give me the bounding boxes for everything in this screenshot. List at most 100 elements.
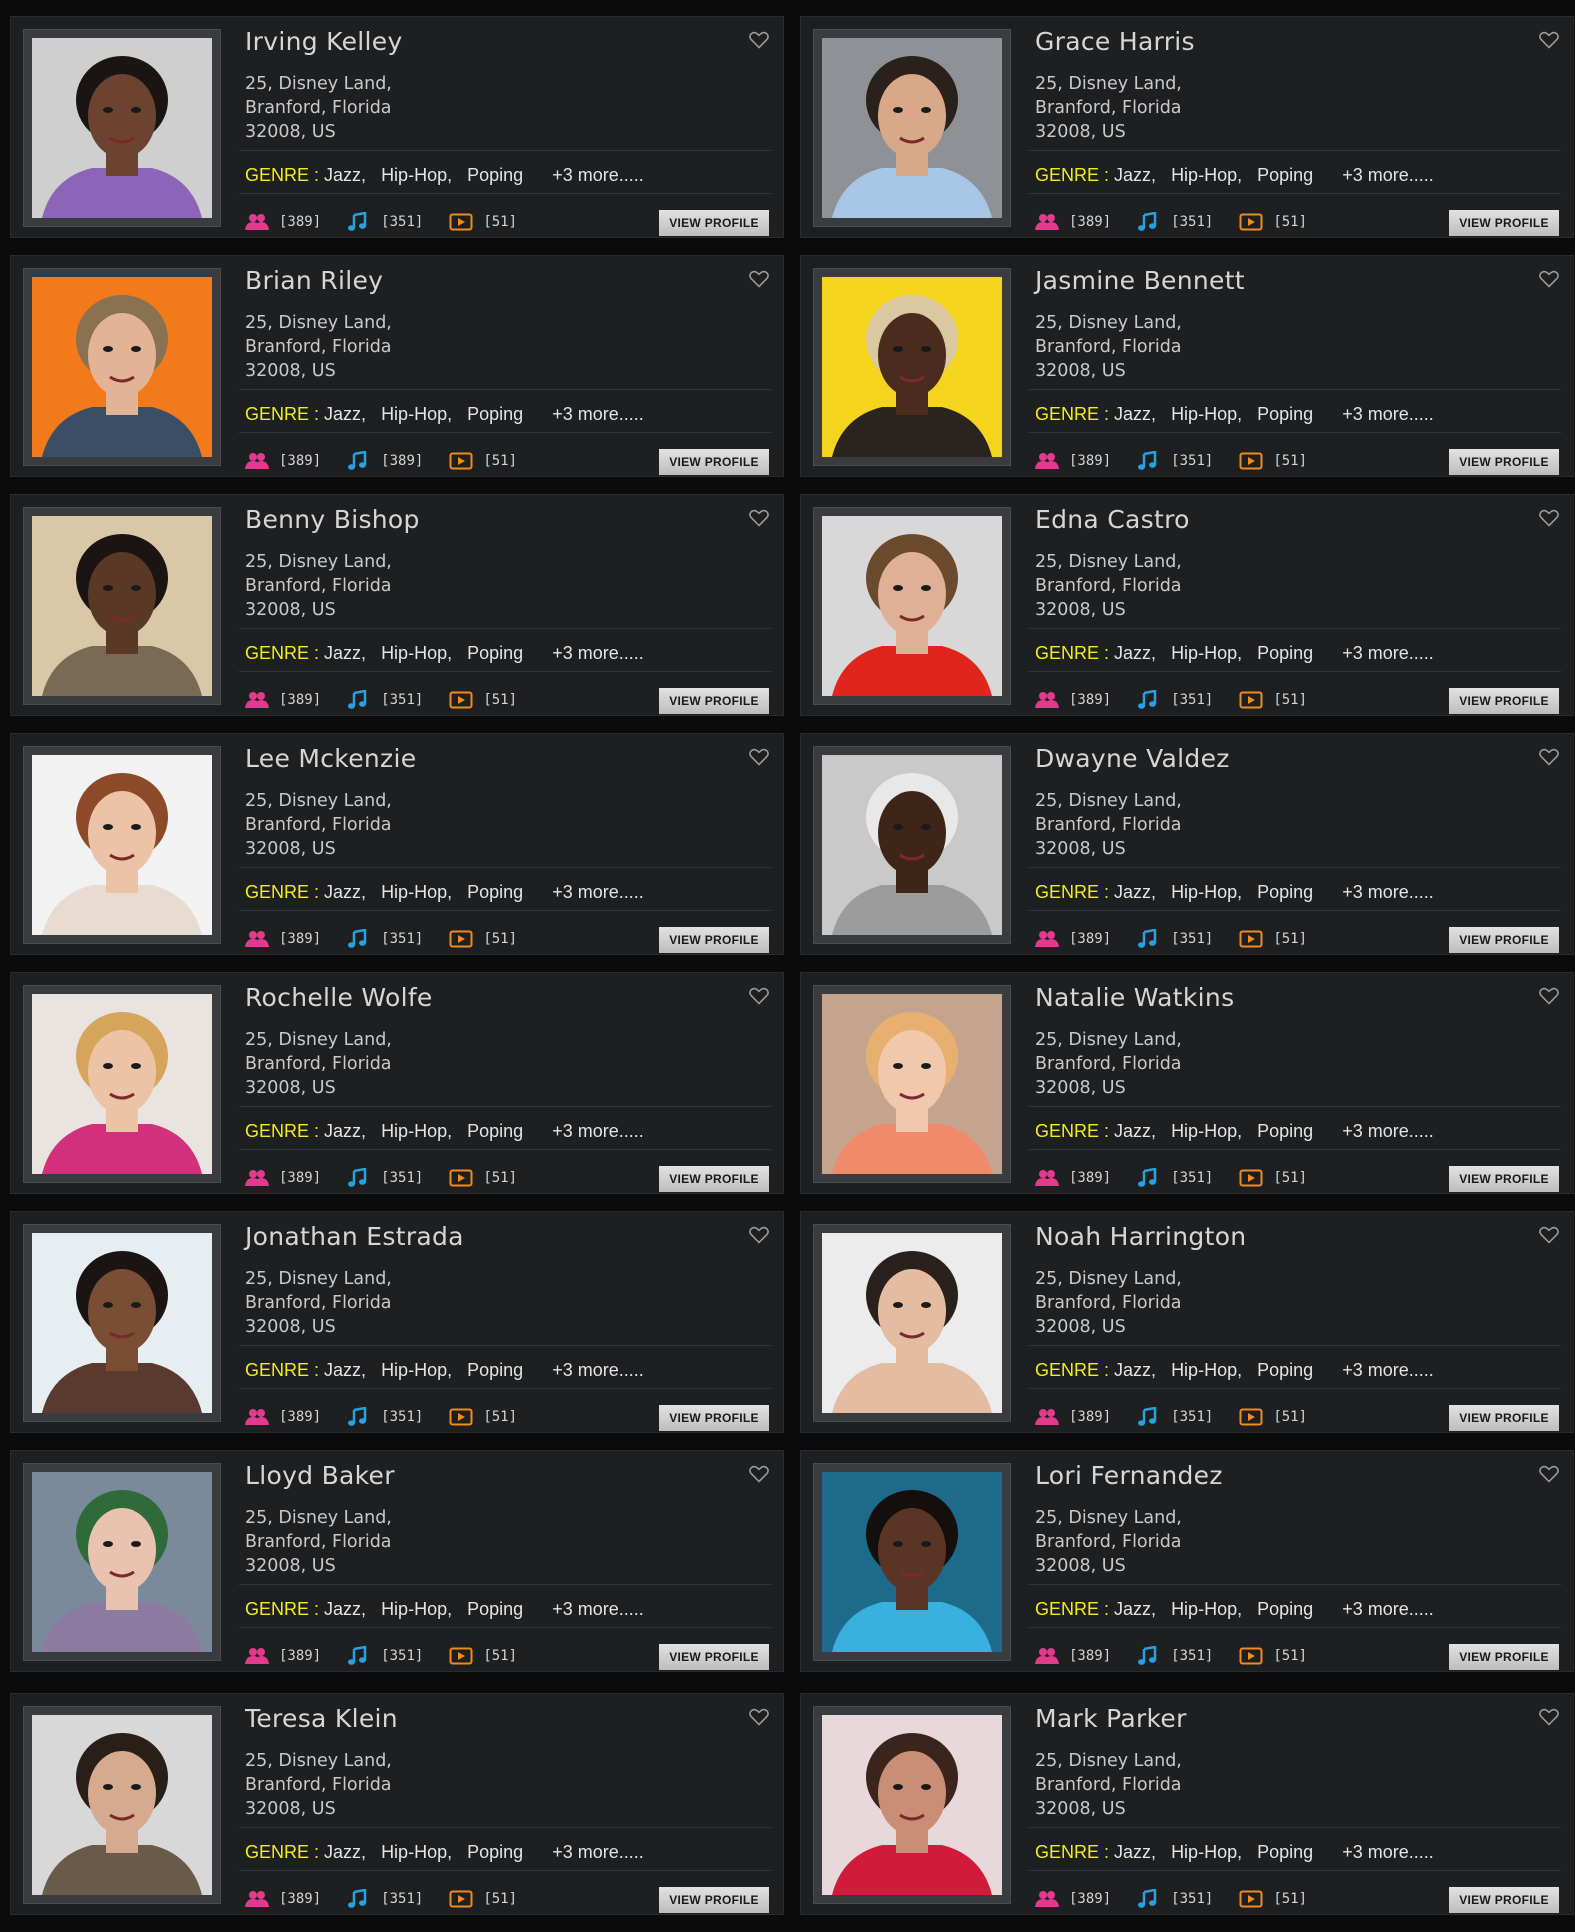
heart-outline-icon[interactable] [1539,987,1559,1005]
heart-outline-icon[interactable] [749,1226,769,1244]
profile-photo[interactable] [822,1472,1002,1652]
videos-count: [51] [1273,1891,1308,1907]
heart-outline-icon[interactable] [1539,1465,1559,1483]
profile-name[interactable]: Lee Mckenzie [245,744,416,773]
profile-photo[interactable] [32,277,212,457]
more-genres-link[interactable]: +3 more..... [1342,1121,1434,1141]
profile-name[interactable]: Lloyd Baker [245,1461,395,1490]
divider [1029,1870,1561,1871]
profile-address: 25, Disney Land, Branford, Florida 32008… [245,1267,392,1339]
profile-photo[interactable] [822,1233,1002,1413]
heart-outline-icon[interactable] [1539,31,1559,49]
genre-label: GENRE : [1035,165,1110,185]
profile-photo[interactable] [822,755,1002,935]
view-profile-button[interactable]: VIEW PROFILE [1449,688,1559,714]
heart-outline-icon[interactable] [749,1708,769,1726]
more-genres-link[interactable]: +3 more..... [552,643,644,663]
profile-photo[interactable] [32,755,212,935]
fans-count: [389] [1069,1170,1112,1186]
profile-name[interactable]: Lori Fernandez [1035,1461,1223,1490]
profile-address: 25, Disney Land, Branford, Florida 32008… [245,1028,392,1100]
genre-label: GENRE : [245,165,320,185]
profile-photo[interactable] [822,38,1002,218]
profile-name[interactable]: Natalie Watkins [1035,983,1234,1012]
more-genres-link[interactable]: +3 more..... [552,1360,644,1380]
view-profile-button[interactable]: VIEW PROFILE [1449,1405,1559,1431]
more-genres-link[interactable]: +3 more..... [1342,1360,1434,1380]
profile-photo[interactable] [822,994,1002,1174]
heart-outline-icon[interactable] [1539,748,1559,766]
profile-photo[interactable] [32,38,212,218]
profile-photo[interactable] [822,277,1002,457]
view-profile-button[interactable]: VIEW PROFILE [1449,1887,1559,1913]
view-profile-button[interactable]: VIEW PROFILE [659,1166,769,1192]
more-genres-link[interactable]: +3 more..... [552,882,644,902]
address-line-1: 25, Disney Land, [1035,1751,1182,1771]
more-genres-link[interactable]: +3 more..... [552,165,644,185]
profile-name[interactable]: Jasmine Bennett [1035,266,1245,295]
profile-name[interactable]: Edna Castro [1035,505,1190,534]
view-profile-button[interactable]: VIEW PROFILE [1449,927,1559,953]
genre-label: GENRE : [1035,882,1110,902]
profile-card: Mark Parker 25, Disney Land, Branford, F… [800,1693,1574,1915]
view-profile-button[interactable]: VIEW PROFILE [659,1405,769,1431]
profile-name[interactable]: Noah Harrington [1035,1222,1246,1251]
more-genres-link[interactable]: +3 more..... [552,1121,644,1141]
profile-name[interactable]: Teresa Klein [245,1704,398,1733]
view-profile-button[interactable]: VIEW PROFILE [1449,449,1559,475]
profile-photo[interactable] [822,516,1002,696]
view-profile-button[interactable]: VIEW PROFILE [1449,1166,1559,1192]
profile-name[interactable]: Rochelle Wolfe [245,983,433,1012]
heart-outline-icon[interactable] [749,987,769,1005]
view-profile-button[interactable]: VIEW PROFILE [1449,210,1559,236]
heart-outline-icon[interactable] [749,1465,769,1483]
view-profile-button[interactable]: VIEW PROFILE [659,688,769,714]
view-profile-button[interactable]: VIEW PROFILE [659,927,769,953]
heart-outline-icon[interactable] [1539,509,1559,527]
heart-outline-icon[interactable] [749,31,769,49]
more-genres-link[interactable]: +3 more..... [1342,404,1434,424]
more-genres-link[interactable]: +3 more..... [552,1842,644,1862]
heart-outline-icon[interactable] [1539,1226,1559,1244]
view-profile-button[interactable]: VIEW PROFILE [659,210,769,236]
heart-outline-icon[interactable] [1539,1708,1559,1726]
profile-name[interactable]: Dwayne Valdez [1035,744,1230,773]
profile-name[interactable]: Brian Riley [245,266,383,295]
divider [1029,910,1561,911]
profile-photo-frame [813,1706,1011,1904]
more-genres-link[interactable]: +3 more..... [1342,1599,1434,1619]
heart-outline-icon[interactable] [749,270,769,288]
profile-photo[interactable] [32,1472,212,1652]
heart-outline-icon[interactable] [749,748,769,766]
more-genres-link[interactable]: +3 more..... [1342,882,1434,902]
portrait-image [822,1715,1002,1895]
profile-photo[interactable] [822,1715,1002,1895]
stats-row: [389] [351] [51] [245,1887,543,1911]
more-genres-link[interactable]: +3 more..... [1342,165,1434,185]
address-line-1: 25, Disney Land, [245,1269,392,1289]
view-profile-button[interactable]: VIEW PROFILE [1449,1644,1559,1670]
music-note-icon [347,1168,373,1188]
more-genres-link[interactable]: +3 more..... [552,1599,644,1619]
heart-outline-icon[interactable] [1539,270,1559,288]
view-profile-button[interactable]: VIEW PROFILE [659,1887,769,1913]
profile-name[interactable]: Benny Bishop [245,505,420,534]
profile-photo[interactable] [32,1715,212,1895]
profile-name[interactable]: Grace Harris [1035,27,1195,56]
profile-photo[interactable] [32,994,212,1174]
profile-photo[interactable] [32,1233,212,1413]
view-profile-button[interactable]: VIEW PROFILE [659,449,769,475]
profile-name[interactable]: Mark Parker [1035,1704,1187,1733]
fans-count: [389] [1069,1409,1112,1425]
view-profile-button[interactable]: VIEW PROFILE [659,1644,769,1670]
profile-name[interactable]: Irving Kelley [245,27,403,56]
heart-outline-icon[interactable] [749,509,769,527]
music-note-icon [347,1646,373,1666]
profile-photo[interactable] [32,516,212,696]
tracks-stat: [351] [1137,1168,1213,1188]
more-genres-link[interactable]: +3 more..... [1342,643,1434,663]
more-genres-link[interactable]: +3 more..... [1342,1842,1434,1862]
profile-name[interactable]: Jonathan Estrada [245,1222,464,1251]
more-genres-link[interactable]: +3 more..... [552,404,644,424]
address-line-1: 25, Disney Land, [245,1030,392,1050]
